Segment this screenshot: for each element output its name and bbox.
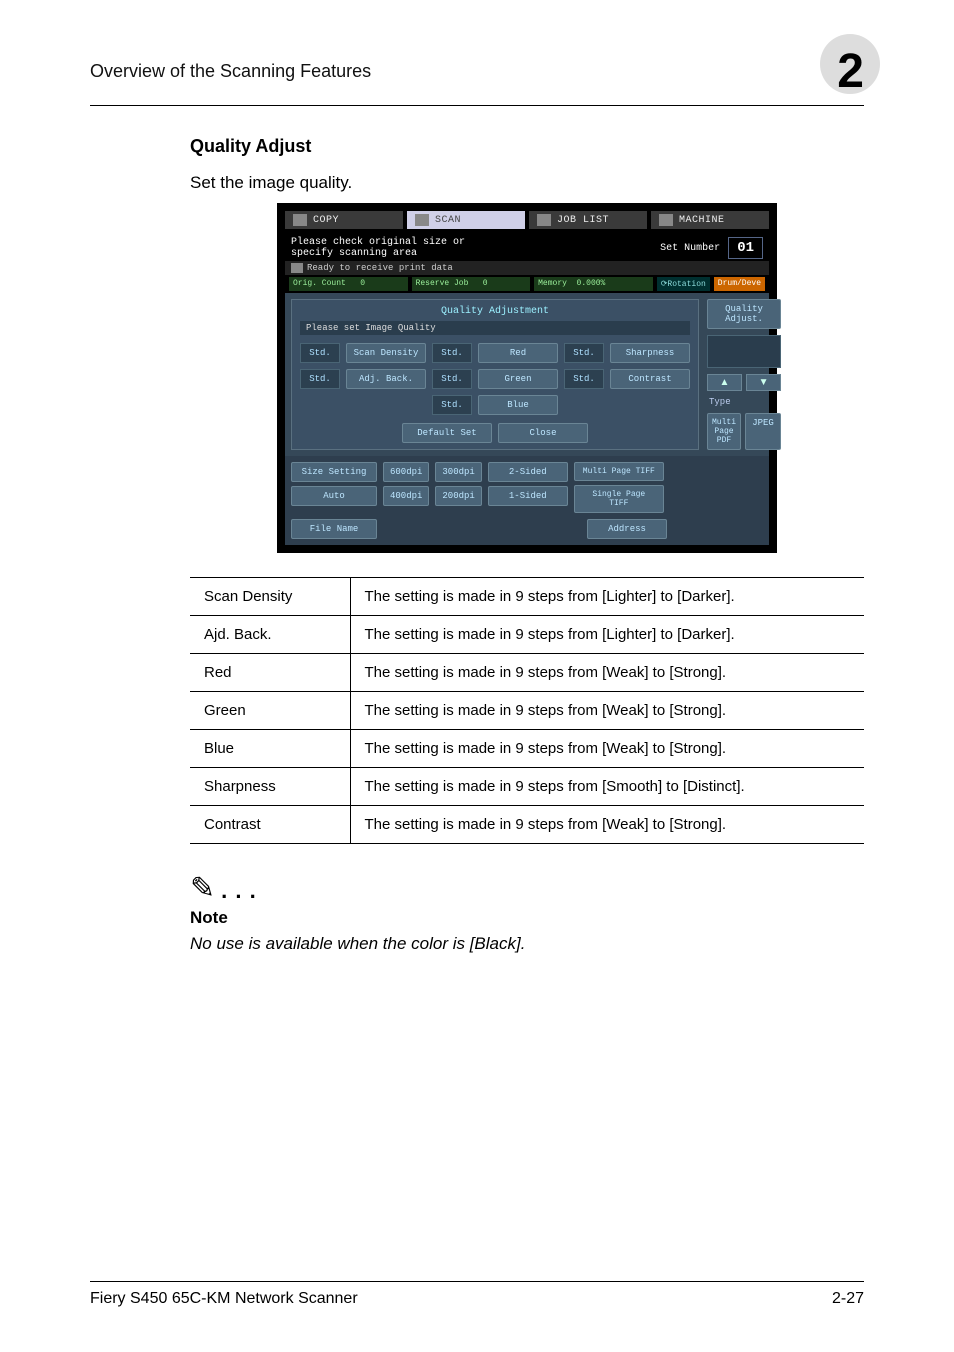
chapter-number: 2 bbox=[804, 44, 864, 99]
info-prompt-line1: Please check original size or bbox=[291, 237, 465, 248]
table-row: BlueThe setting is made in 9 steps from … bbox=[190, 730, 864, 768]
tab-joblist[interactable]: JOB LIST bbox=[529, 211, 647, 229]
tab-copy-label: COPY bbox=[313, 215, 339, 226]
btn-multi-tiff[interactable]: Multi Page TIFF bbox=[574, 462, 664, 481]
btn-address[interactable]: Address bbox=[587, 519, 667, 539]
btn-scan-density[interactable]: Scan Density bbox=[346, 343, 426, 363]
btn-contrast[interactable]: Contrast bbox=[610, 369, 690, 389]
btn-file-name[interactable]: File Name bbox=[291, 519, 377, 539]
cell-desc: The setting is made in 9 steps from [Wea… bbox=[350, 692, 864, 730]
std-label: Std. bbox=[432, 369, 472, 389]
status-text: Ready to receive print data bbox=[307, 263, 453, 273]
scan-icon bbox=[415, 214, 429, 226]
cell-desc: The setting is made in 9 steps from [Lig… bbox=[350, 578, 864, 616]
cell-desc: The setting is made in 9 steps from [Lig… bbox=[350, 616, 864, 654]
printer-icon bbox=[291, 263, 303, 273]
tab-machine-label: MACHINE bbox=[679, 215, 725, 226]
qa-hint: Please set Image Quality bbox=[300, 321, 690, 335]
cell-name: Sharpness bbox=[190, 768, 350, 806]
cell-desc: The setting is made in 9 steps from [Wea… bbox=[350, 730, 864, 768]
btn-close[interactable]: Close bbox=[498, 423, 588, 443]
device-screenshot: COPY SCAN JOB LIST MACHINE Please check … bbox=[277, 203, 777, 553]
btn-single-tiff[interactable]: Single Page TIFF bbox=[574, 485, 664, 513]
note-label: Note bbox=[190, 908, 864, 928]
btn-size-setting[interactable]: Size Setting bbox=[291, 462, 377, 482]
btn-adj-back[interactable]: Adj. Back. bbox=[346, 369, 426, 389]
side-preview bbox=[707, 335, 781, 368]
cell-name: Blue bbox=[190, 730, 350, 768]
cell-name: Scan Density bbox=[190, 578, 350, 616]
header-title: Overview of the Scanning Features bbox=[90, 61, 371, 82]
btn-sharpness[interactable]: Sharpness bbox=[610, 343, 690, 363]
table-row: SharpnessThe setting is made in 9 steps … bbox=[190, 768, 864, 806]
meter-rotation: ⟳Rotation bbox=[657, 277, 710, 291]
btn-1sided[interactable]: 1-Sided bbox=[488, 486, 568, 506]
table-row: GreenThe setting is made in 9 steps from… bbox=[190, 692, 864, 730]
arrow-up[interactable]: ▲ bbox=[707, 374, 742, 391]
tab-joblist-label: JOB LIST bbox=[557, 215, 609, 226]
section-intro: Set the image quality. bbox=[190, 173, 864, 193]
btn-600dpi[interactable]: 600dpi bbox=[383, 462, 429, 482]
btn-default-set[interactable]: Default Set bbox=[402, 423, 492, 443]
btn-quality-adjust[interactable]: Quality Adjust. bbox=[707, 299, 781, 329]
cell-name: Red bbox=[190, 654, 350, 692]
tab-scan-label: SCAN bbox=[435, 215, 461, 226]
section-title: Quality Adjust bbox=[190, 136, 864, 157]
cell-desc: The setting is made in 9 steps from [Wea… bbox=[350, 806, 864, 844]
std-label: Std. bbox=[300, 343, 340, 363]
tab-copy[interactable]: COPY bbox=[285, 211, 403, 229]
cell-desc: The setting is made in 9 steps from [Wea… bbox=[350, 654, 864, 692]
cell-name: Contrast bbox=[190, 806, 350, 844]
copy-icon bbox=[293, 214, 307, 226]
cell-name: Ajd. Back. bbox=[190, 616, 350, 654]
meter-memory: Memory 0.000% bbox=[534, 277, 653, 291]
std-label: Std. bbox=[564, 369, 604, 389]
btn-multi-pdf[interactable]: Multi Page PDF bbox=[707, 413, 741, 450]
setnum-label: Set Number bbox=[660, 243, 720, 254]
cell-desc: The setting is made in 9 steps from [Smo… bbox=[350, 768, 864, 806]
table-row: RedThe setting is made in 9 steps from [… bbox=[190, 654, 864, 692]
type-label: Type bbox=[707, 397, 781, 407]
btn-red[interactable]: Red bbox=[478, 343, 558, 363]
joblist-icon bbox=[537, 214, 551, 226]
std-label: Std. bbox=[432, 395, 472, 415]
btn-200dpi[interactable]: 200dpi bbox=[435, 486, 481, 506]
table-row: Scan DensityThe setting is made in 9 ste… bbox=[190, 578, 864, 616]
btn-300dpi[interactable]: 300dpi bbox=[435, 462, 481, 482]
meter-drum: Drum/Deve bbox=[714, 277, 765, 291]
footer-page: 2-27 bbox=[832, 1290, 864, 1308]
note-text: No use is available when the color is [B… bbox=[190, 934, 864, 954]
qa-header: Quality Adjustment bbox=[300, 306, 690, 317]
btn-400dpi[interactable]: 400dpi bbox=[383, 486, 429, 506]
note-dots: . . . bbox=[221, 878, 257, 904]
setnum-value: 01 bbox=[728, 237, 763, 259]
info-prompt-line2: specify scanning area bbox=[291, 248, 465, 259]
btn-2sided[interactable]: 2-Sided bbox=[488, 462, 568, 482]
machine-icon bbox=[659, 214, 673, 226]
std-label: Std. bbox=[300, 369, 340, 389]
btn-auto[interactable]: Auto bbox=[291, 486, 377, 506]
tab-scan[interactable]: SCAN bbox=[407, 211, 525, 229]
table-row: Ajd. Back.The setting is made in 9 steps… bbox=[190, 616, 864, 654]
btn-jpeg[interactable]: JPEG bbox=[745, 413, 781, 450]
note-icon: ✎ bbox=[190, 874, 215, 904]
btn-green[interactable]: Green bbox=[478, 369, 558, 389]
meter-orig-count: Orig. Count 0 bbox=[289, 277, 408, 291]
std-label: Std. bbox=[564, 343, 604, 363]
settings-table: Scan DensityThe setting is made in 9 ste… bbox=[190, 577, 864, 844]
btn-blue[interactable]: Blue bbox=[478, 395, 558, 415]
cell-name: Green bbox=[190, 692, 350, 730]
meter-reserve-job: Reserve Job 0 bbox=[412, 277, 531, 291]
std-label: Std. bbox=[432, 343, 472, 363]
table-row: ContrastThe setting is made in 9 steps f… bbox=[190, 806, 864, 844]
info-prompt: Please check original size or specify sc… bbox=[291, 237, 465, 259]
tab-machine[interactable]: MACHINE bbox=[651, 211, 769, 229]
footer-product: Fiery S450 65C-KM Network Scanner bbox=[90, 1290, 358, 1308]
arrow-down[interactable]: ▼ bbox=[746, 374, 781, 391]
